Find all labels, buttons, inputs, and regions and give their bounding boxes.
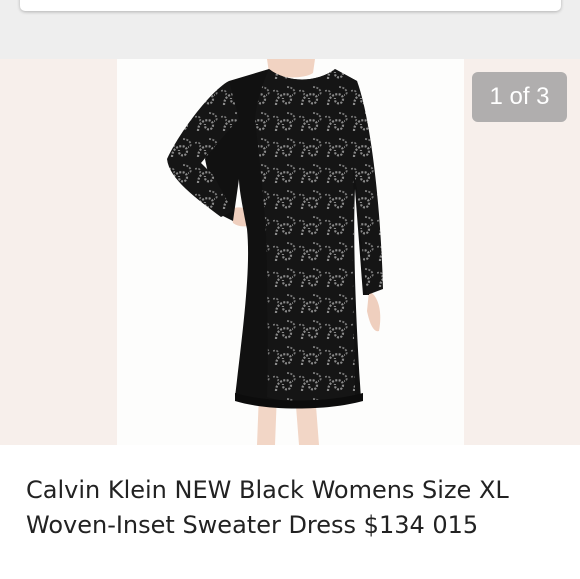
top-bar bbox=[0, 0, 580, 59]
listing-title: Calvin Klein NEW Black Womens Size XL Wo… bbox=[26, 476, 509, 539]
dress-image bbox=[167, 59, 383, 445]
product-photo[interactable] bbox=[117, 59, 464, 445]
search-card[interactable] bbox=[20, 0, 561, 11]
dress-pattern-panel bbox=[255, 69, 355, 402]
model-hand-right bbox=[367, 291, 381, 332]
image-counter-badge: 1 of 3 bbox=[472, 72, 567, 122]
